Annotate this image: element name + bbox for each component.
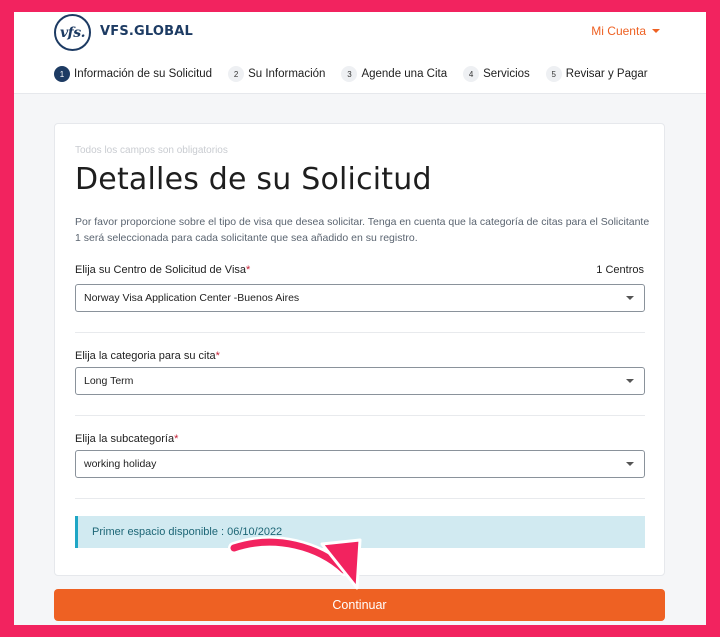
- application-details-card: Todos los campos son obligatorios Detall…: [54, 123, 665, 576]
- category-label-text: Elija la categoria para su cita: [75, 350, 216, 362]
- step-1: 1 Información de su Solicitud: [54, 66, 212, 82]
- step-3: 3 Agende una Cita: [341, 66, 447, 82]
- page-title: Detalles de su Solicitud: [75, 162, 432, 197]
- required-asterisk: *: [246, 264, 251, 276]
- required-asterisk: *: [174, 433, 179, 445]
- subcategory-label-text: Elija la subcategoría: [75, 433, 175, 445]
- vfs-logo-icon[interactable]: vfs.: [54, 14, 91, 51]
- continue-label: Continuar: [332, 598, 387, 612]
- divider: [75, 498, 645, 499]
- chevron-down-icon: [652, 29, 660, 33]
- step-label: Servicios: [483, 68, 530, 80]
- step-4: 4 Servicios: [463, 66, 530, 82]
- subcategory-select[interactable]: working holiday: [75, 450, 645, 478]
- required-asterisk: *: [215, 350, 220, 362]
- center-select[interactable]: Norway Visa Application Center -Buenos A…: [75, 284, 645, 312]
- step-number: 2: [228, 66, 245, 82]
- availability-text: Primer espacio disponible : 06/10/2022: [92, 526, 283, 538]
- account-menu[interactable]: Mi Cuenta: [591, 24, 660, 38]
- top-header: vfs. VFS.GLOBAL Mi Cuenta 1 Información …: [14, 12, 706, 94]
- divider: [75, 415, 645, 416]
- chevron-down-icon: [626, 379, 634, 383]
- chevron-down-icon: [626, 296, 634, 300]
- step-label: Su Información: [248, 68, 326, 80]
- category-field-label: Elija la categoria para su cita*: [75, 350, 220, 362]
- continue-button[interactable]: Continuar: [54, 589, 665, 621]
- step-number: 4: [463, 66, 480, 82]
- step-2: 2 Su Información: [228, 66, 325, 82]
- step-number: 5: [545, 66, 562, 82]
- availability-alert: Primer espacio disponible : 06/10/2022: [75, 516, 645, 548]
- step-label: Información de su Solicitud: [74, 68, 213, 80]
- chevron-down-icon: [626, 462, 634, 466]
- progress-steps: 1 Información de su Solicitud 2 Su Infor…: [54, 66, 664, 82]
- step-5: 5 Revisar y Pagar: [545, 66, 648, 82]
- app-frame: vfs. VFS.GLOBAL Mi Cuenta 1 Información …: [14, 12, 706, 625]
- subcategory-field-label: Elija la subcategoría*: [75, 433, 178, 445]
- step-number: 1: [54, 66, 70, 82]
- subcategory-select-value: working holiday: [84, 458, 157, 470]
- category-select[interactable]: Long Term: [75, 367, 645, 395]
- center-label-text: Elija su Centro de Solicitud de Visa: [75, 264, 247, 276]
- centers-count: 1 Centros: [596, 264, 644, 276]
- category-select-value: Long Term: [84, 375, 134, 387]
- center-field-label: Elija su Centro de Solicitud de Visa*: [75, 264, 250, 276]
- step-label: Revisar y Pagar: [565, 68, 648, 80]
- divider: [75, 332, 645, 333]
- step-number: 3: [341, 66, 358, 82]
- step-label: Agende una Cita: [361, 68, 448, 80]
- account-label: Mi Cuenta: [591, 24, 646, 38]
- required-note: Todos los campos son obligatorios: [75, 145, 228, 156]
- center-select-value: Norway Visa Application Center -Buenos A…: [84, 292, 300, 304]
- logo-text[interactable]: VFS.GLOBAL: [100, 24, 193, 39]
- logo-mark: vfs.: [60, 24, 85, 41]
- form-description: Por favor proporcione sobre el tipo de v…: [75, 216, 650, 244]
